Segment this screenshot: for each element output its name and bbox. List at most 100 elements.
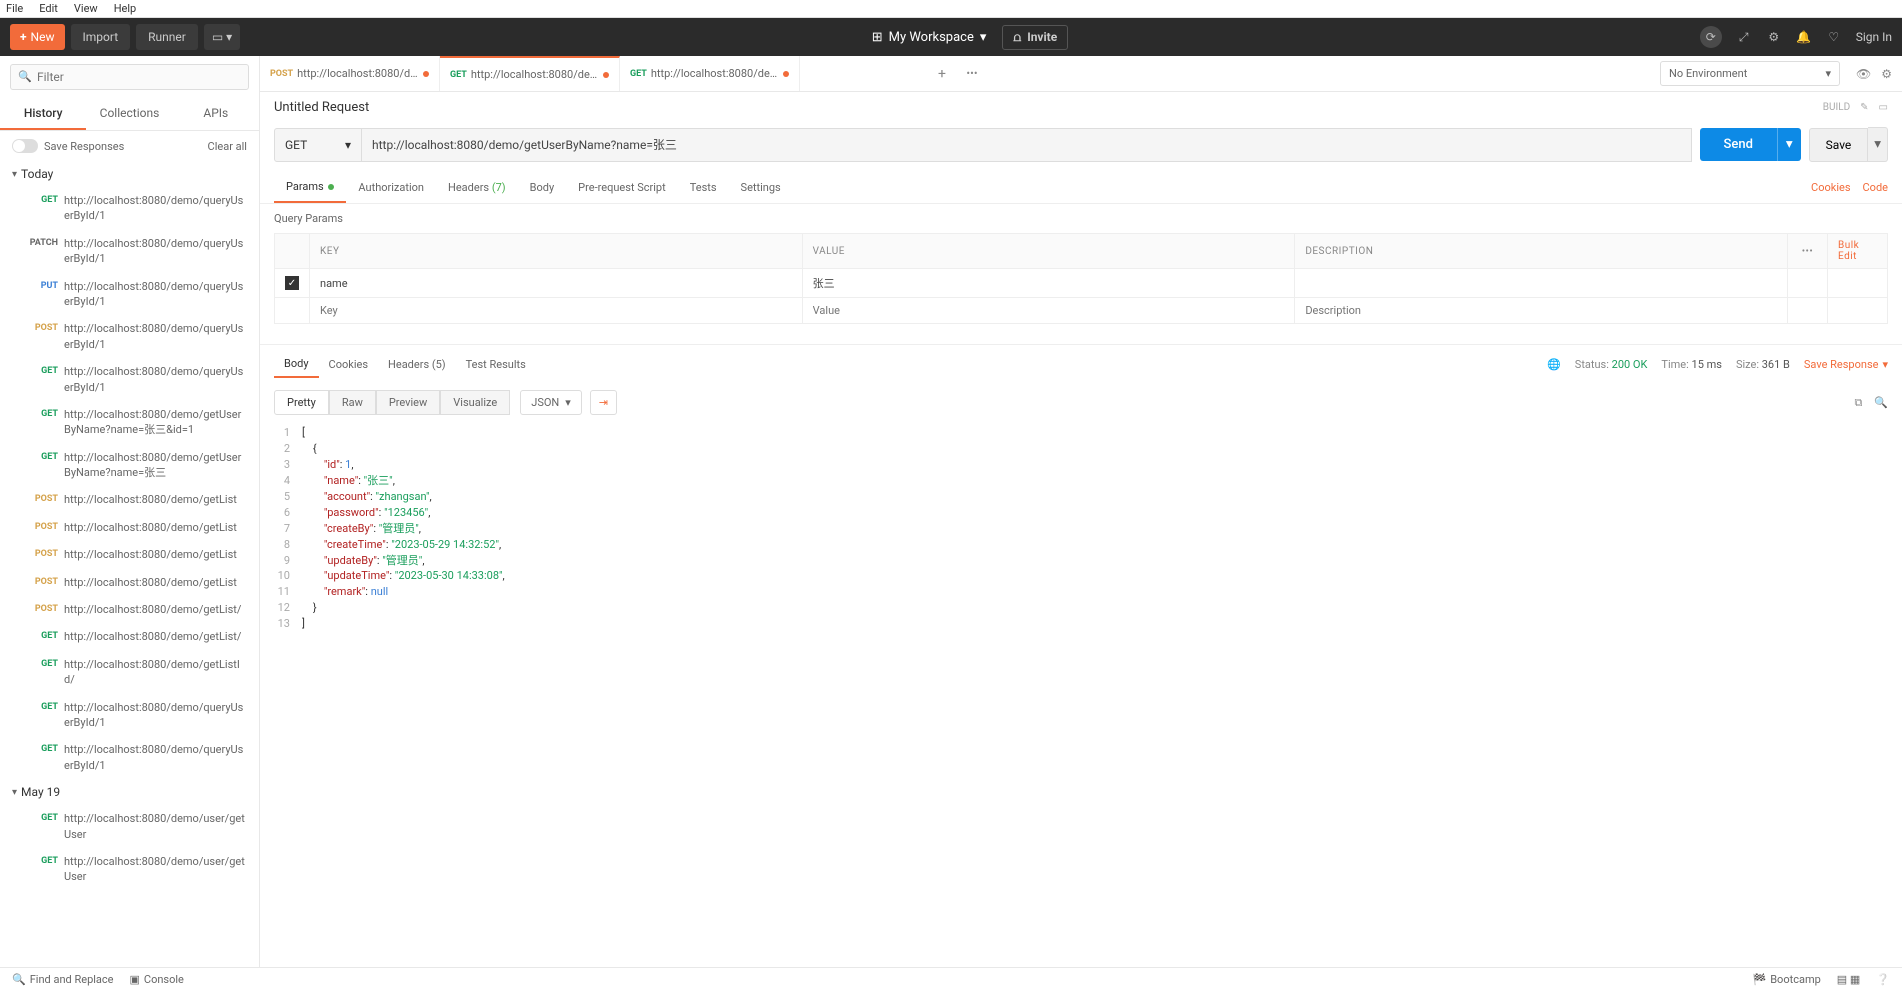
wrap-lines-button[interactable]: ⇥ (590, 390, 617, 415)
panel-layout-button[interactable]: ▤ ▦ (1837, 973, 1861, 986)
history-item[interactable]: GEThttp://localhost:8080/demo/getListId/ (0, 651, 259, 694)
param-checkbox[interactable]: ✓ (285, 276, 299, 290)
settings-icon[interactable]: ⚙ (1766, 29, 1782, 45)
subtab-prerequest[interactable]: Pre-request Script (566, 173, 678, 202)
param-value-input[interactable] (813, 304, 1285, 317)
subtab-authorization[interactable]: Authorization (346, 173, 436, 202)
new-button[interactable]: +New (10, 24, 65, 50)
bulk-edit-link[interactable]: Bulk Edit (1838, 240, 1859, 262)
view-preview[interactable]: Preview (376, 390, 440, 415)
col-options-icon[interactable]: ••• (1788, 234, 1828, 269)
layout-icon[interactable]: ▭ (1879, 102, 1888, 113)
sliders-icon[interactable]: ⚙ (1881, 67, 1892, 81)
comments-icon[interactable]: ✎ (1860, 102, 1868, 113)
subtab-settings[interactable]: Settings (729, 173, 793, 202)
request-name[interactable]: Untitled Request (274, 100, 369, 115)
menu-help[interactable]: Help (114, 2, 137, 15)
save-button[interactable]: Save (1809, 128, 1869, 162)
open-new-window-button[interactable]: ▭ ▾ (204, 24, 240, 50)
history-item[interactable]: GEThttp://localhost:8080/demo/getUserByN… (0, 444, 259, 487)
history-item[interactable]: POSThttp://localhost:8080/demo/getList (0, 569, 259, 596)
subtab-tests[interactable]: Tests (678, 173, 729, 202)
sidebar-tab-history[interactable]: History (0, 98, 86, 130)
history-item[interactable]: GEThttp://localhost:8080/demo/queryUserB… (0, 694, 259, 737)
save-responses-toggle[interactable] (12, 139, 38, 153)
history-item[interactable]: GEThttp://localhost:8080/demo/getList/ (0, 623, 259, 650)
search-icon[interactable]: 🔍 (1874, 396, 1888, 410)
find-replace-button[interactable]: 🔍Find and Replace (12, 973, 114, 986)
history-method: GET (20, 193, 64, 224)
console-button[interactable]: ▣Console (130, 973, 184, 986)
invite-button[interactable]: ⩍ Invite (1002, 25, 1068, 50)
param-value[interactable]: 张三 (802, 269, 1295, 298)
history-item[interactable]: POSThttp://localhost:8080/demo/getList/ (0, 596, 259, 623)
format-selector[interactable]: JSON ▾ (520, 390, 582, 415)
history-item[interactable]: GEThttp://localhost:8080/demo/queryUserB… (0, 736, 259, 779)
method-selector[interactable]: GET ▾ (274, 128, 362, 162)
history-item[interactable]: POSThttp://localhost:8080/demo/getList (0, 514, 259, 541)
history-item[interactable]: GEThttp://localhost:8080/demo/queryUserB… (0, 358, 259, 401)
view-visualize[interactable]: Visualize (440, 390, 510, 415)
clear-all-link[interactable]: Clear all (208, 140, 247, 153)
add-tab-button[interactable]: + (927, 66, 957, 82)
code-link[interactable]: Code (1863, 181, 1888, 194)
request-tab[interactable]: GEThttp://localhost:8080/demo/get... (440, 56, 620, 91)
send-button[interactable]: Send (1700, 128, 1777, 161)
help-icon[interactable]: ❔ (1876, 973, 1890, 986)
request-tab[interactable]: GEThttp://localhost:8080/demo/qu... (620, 56, 800, 91)
import-button[interactable]: Import (71, 24, 131, 50)
subtab-headers[interactable]: Headers (7) (436, 173, 518, 202)
history-item[interactable]: POSThttp://localhost:8080/demo/getList (0, 541, 259, 568)
subtab-body[interactable]: Body (518, 173, 567, 202)
heart-icon[interactable]: ♡ (1826, 29, 1842, 45)
subtab-params[interactable]: Params (274, 172, 346, 203)
filter-input[interactable] (10, 64, 249, 90)
menu-edit[interactable]: Edit (39, 2, 58, 15)
history-group[interactable]: ▾May 19 (0, 779, 259, 805)
history-item[interactable]: PUThttp://localhost:8080/demo/queryUserB… (0, 273, 259, 316)
save-response-button[interactable]: Save Response ▾ (1804, 358, 1888, 371)
resp-tab-body[interactable]: Body (274, 351, 319, 378)
copy-icon[interactable]: ⧉ (1854, 396, 1862, 410)
resp-tab-headers[interactable]: Headers (5) (378, 352, 456, 377)
history-item[interactable]: POSThttp://localhost:8080/demo/getList (0, 486, 259, 513)
param-desc-input[interactable] (1305, 304, 1777, 317)
cookies-link[interactable]: Cookies (1811, 181, 1850, 194)
resp-tab-cookies[interactable]: Cookies (319, 352, 378, 377)
view-raw[interactable]: Raw (329, 390, 376, 415)
history-item[interactable]: GEThttp://localhost:8080/demo/getUserByN… (0, 401, 259, 444)
workspace-selector[interactable]: ⊞ My Workspace ▾ (872, 30, 987, 45)
sidebar-tab-collections[interactable]: Collections (86, 98, 172, 130)
param-key-input[interactable] (320, 304, 792, 317)
history-item[interactable]: POSThttp://localhost:8080/demo/queryUser… (0, 315, 259, 358)
signin-link[interactable]: Sign In (1856, 30, 1892, 44)
notifications-icon[interactable]: 🔔 (1796, 29, 1812, 45)
sync-icon[interactable]: ⟳ (1700, 26, 1722, 48)
param-description[interactable] (1295, 269, 1788, 298)
globe-icon[interactable]: 🌐 (1547, 358, 1561, 371)
request-tab[interactable]: POSThttp://localhost:8080/demo/g... (260, 56, 440, 91)
capture-icon[interactable]: ⤢ (1736, 29, 1752, 45)
param-key[interactable]: name (310, 269, 803, 298)
history-item[interactable]: GEThttp://localhost:8080/demo/user/getUs… (0, 848, 259, 891)
environment-selector[interactable]: No Environment ▾ (1660, 61, 1840, 86)
response-body[interactable]: 1[2 {3 "id": 1,4 "name": "张三",5 "account… (260, 421, 1902, 967)
url-input[interactable] (362, 128, 1692, 162)
sidebar-tab-apis[interactable]: APIs (173, 98, 259, 130)
history-item[interactable]: GEThttp://localhost:8080/demo/queryUserB… (0, 187, 259, 230)
history-item[interactable]: GEThttp://localhost:8080/demo/user/getUs… (0, 805, 259, 848)
menu-file[interactable]: File (6, 2, 23, 15)
resp-tab-test-results[interactable]: Test Results (456, 352, 536, 377)
menu-view[interactable]: View (74, 2, 98, 15)
history-item[interactable]: PATCHhttp://localhost:8080/demo/queryUse… (0, 230, 259, 273)
save-split-button[interactable]: ▾ (1868, 127, 1888, 162)
eye-icon[interactable]: 👁 (1856, 67, 1871, 81)
runner-button[interactable]: Runner (136, 24, 198, 50)
view-pretty[interactable]: Pretty (274, 390, 329, 415)
history-method: POST (20, 575, 64, 590)
tab-options-button[interactable]: ••• (957, 67, 987, 80)
send-split-button[interactable]: ▾ (1777, 128, 1801, 161)
bootcamp-button[interactable]: 🏁Bootcamp (1753, 973, 1821, 986)
history-group[interactable]: ▾Today (0, 161, 259, 187)
line-number: 2 (274, 441, 302, 457)
